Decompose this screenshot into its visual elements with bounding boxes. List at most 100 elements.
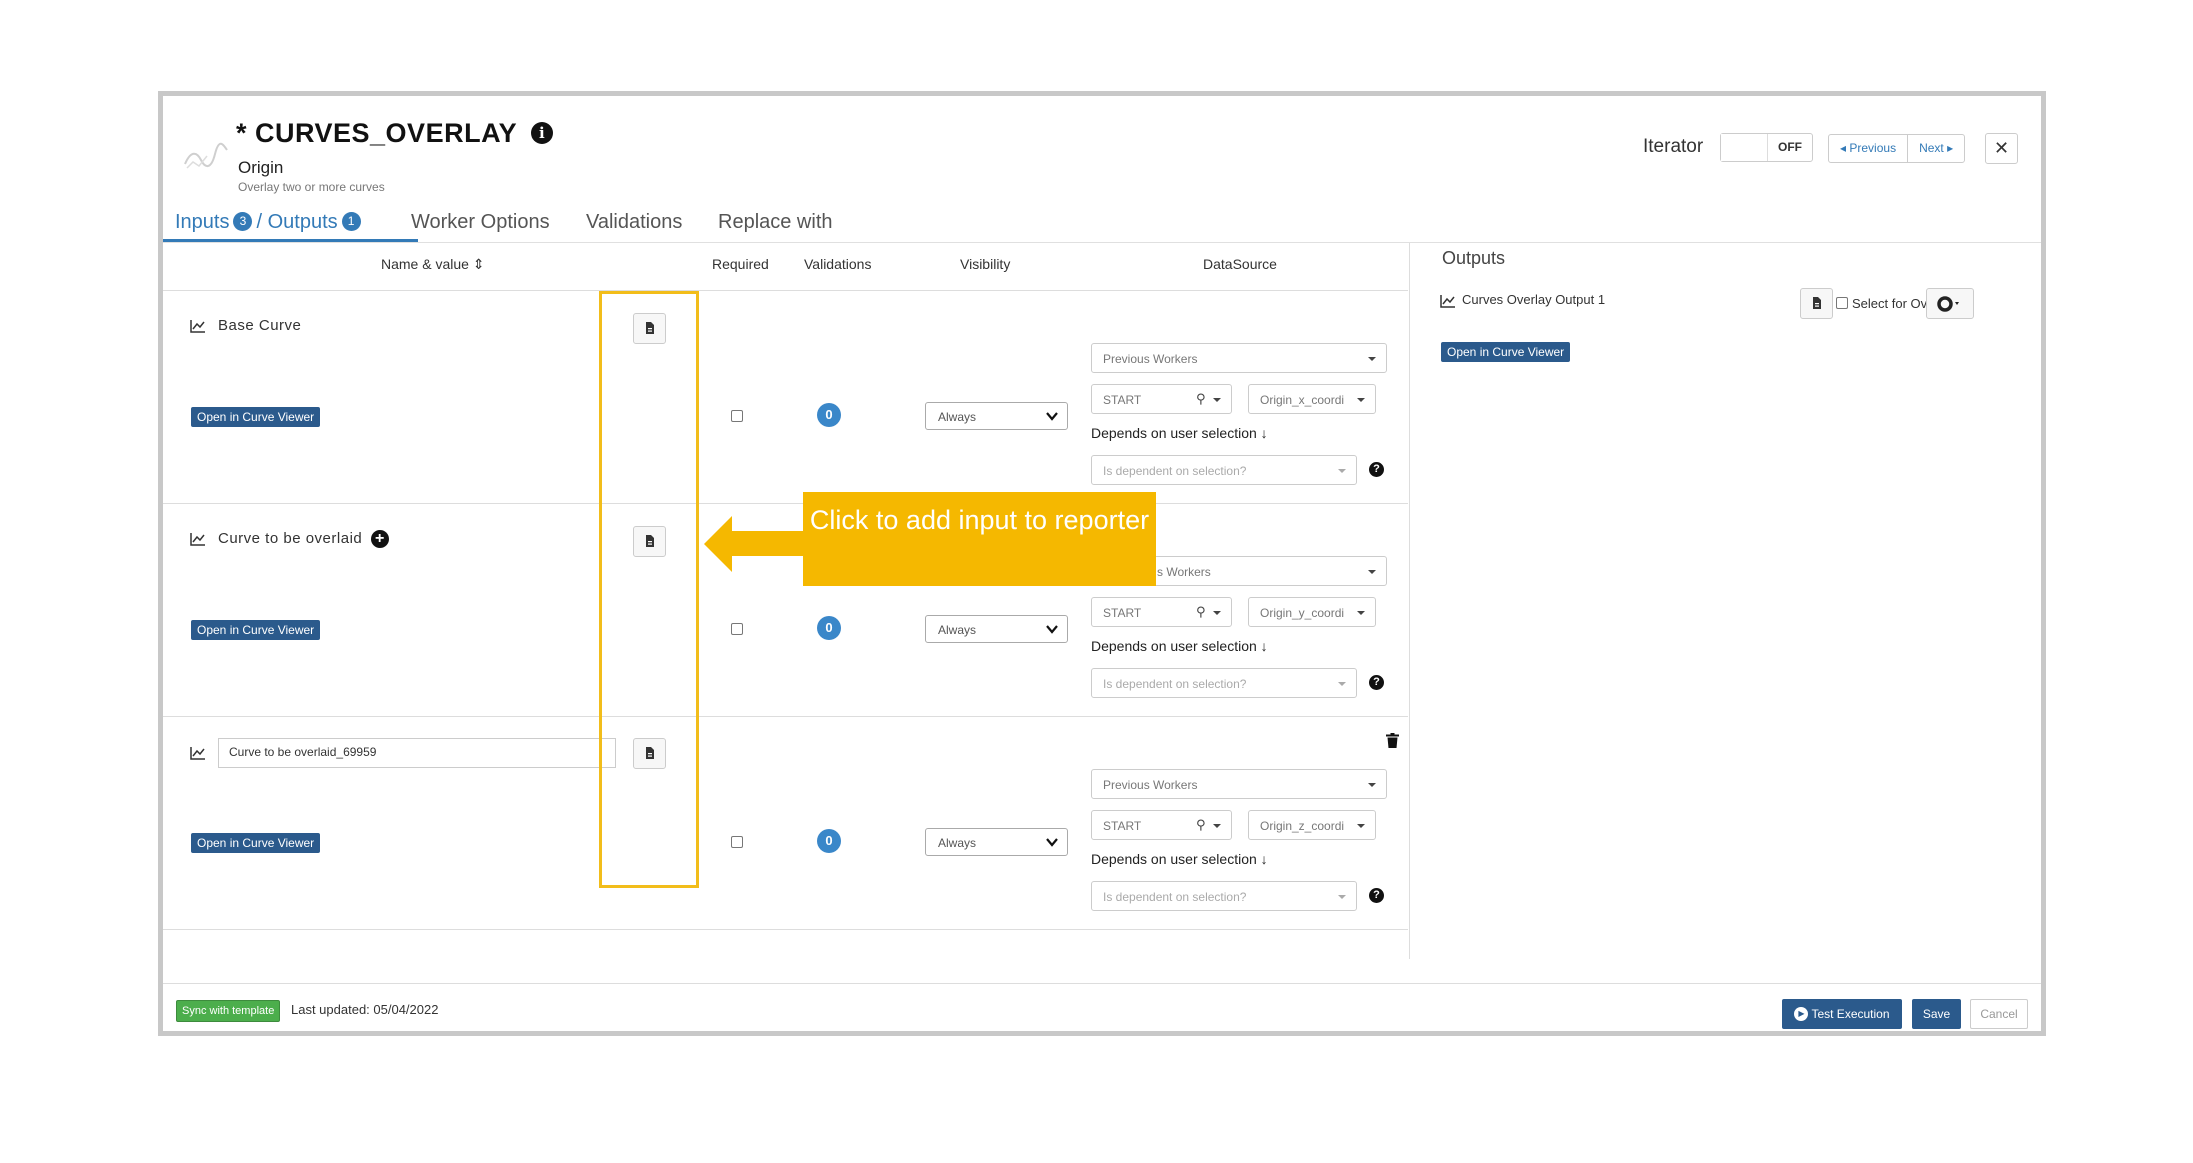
file-icon	[1812, 297, 1821, 309]
row-divider	[163, 929, 1408, 930]
column-header-datasource: DataSource	[1203, 256, 1277, 272]
trash-icon[interactable]	[1386, 733, 1399, 748]
pager: ◂ Previous Next ▸	[1828, 134, 1966, 163]
column-header-required: Required	[712, 256, 769, 272]
tab-inputs-outputs[interactable]: Inputs 3/ Outputs 1	[175, 211, 365, 234]
info-icon[interactable]: i	[531, 121, 554, 144]
visibility-select[interactable]: Always	[925, 402, 1068, 430]
page-subtitle: Origin	[238, 158, 284, 177]
next-button[interactable]: Next ▸	[1907, 135, 1964, 162]
key-icon: ⚲	[1196, 391, 1206, 406]
sync-with-template-button[interactable]: Sync with template	[176, 1000, 281, 1022]
arrow-down-icon: ↓	[1260, 638, 1268, 654]
inputs-count-badge: 3	[233, 212, 253, 232]
header-divider	[163, 290, 1408, 291]
caret-left-icon: ◂	[1840, 141, 1847, 155]
datasource-field-select[interactable]: Origin_y_coordi	[1248, 597, 1376, 627]
visibility-select[interactable]: Always	[925, 828, 1068, 856]
required-checkbox[interactable]	[731, 836, 743, 848]
output-item-label: Curves Overlay Output 1	[1440, 292, 1605, 308]
line-chart-icon	[190, 320, 205, 333]
depends-on-selection-label: Depends on user selection ↓	[1091, 425, 1268, 441]
close-icon: ✕	[1993, 138, 2010, 158]
open-output-curve-viewer-button[interactable]: Open in Curve Viewer	[1441, 342, 1571, 362]
datasource-start-select[interactable]: START ⚲	[1091, 597, 1232, 627]
close-button[interactable]: ✕	[1985, 133, 2018, 164]
arrow-down-icon: ↓	[1260, 425, 1268, 441]
worker-editor-panel: * CURVES_OVERLAY i Origin Overlay two or …	[158, 91, 2046, 1036]
tab-replace-with[interactable]: Replace with	[718, 211, 833, 234]
validations-count-badge[interactable]: 0	[817, 616, 841, 640]
open-curve-viewer-button[interactable]: Open in Curve Viewer	[191, 620, 321, 640]
datasource-source-select[interactable]: Previous Workers	[1091, 343, 1387, 373]
visibility-select[interactable]: Always	[925, 615, 1068, 643]
dependent-selection-select[interactable]: Is dependent on selection?	[1091, 881, 1357, 911]
column-header-validations: Validations	[804, 256, 872, 272]
outputs-title: Outputs	[1442, 248, 1506, 268]
line-chart-icon	[1440, 294, 1455, 308]
line-chart-icon	[190, 533, 205, 546]
tab-worker-options[interactable]: Worker Options	[411, 211, 550, 234]
caret-right-icon: ▸	[1947, 141, 1954, 155]
row-divider	[163, 503, 1408, 504]
iterator-toggle[interactable]: OFF	[1720, 133, 1813, 162]
datasource-field-select[interactable]: Origin_x_coordi	[1248, 384, 1376, 414]
page-description: Overlay two or more curves	[238, 180, 385, 194]
test-execution-button[interactable]: ▶ Test Execution	[1782, 999, 1902, 1029]
callout-arrow-icon	[704, 516, 732, 572]
open-curve-viewer-button[interactable]: Open in Curve Viewer	[191, 833, 321, 853]
dependent-selection-select[interactable]: Is dependent on selection?	[1091, 455, 1357, 485]
column-header-name-value[interactable]: Name & value ⇕	[381, 256, 485, 273]
footer-divider	[163, 983, 2041, 984]
add-circle-icon[interactable]: +	[370, 530, 389, 548]
iterator-state: OFF	[1778, 140, 1802, 154]
line-chart-icon	[190, 747, 205, 760]
depends-on-selection-label: Depends on user selection ↓	[1091, 851, 1268, 867]
page-title: * CURVES_OVERLAY i	[236, 118, 554, 149]
previous-button[interactable]: ◂ Previous	[1829, 135, 1907, 162]
input-name-field[interactable]: Curve to be overlaid_69959	[218, 738, 616, 768]
input-label-base-curve: Base Curve	[190, 317, 301, 334]
datasource-start-select[interactable]: START ⚲	[1091, 810, 1232, 840]
output-settings-dropdown[interactable]	[1926, 288, 1974, 319]
row-divider	[163, 716, 1408, 717]
active-tab-indicator	[163, 239, 418, 242]
open-curve-viewer-button[interactable]: Open in Curve Viewer	[191, 407, 321, 427]
arrow-down-icon: ↓	[1260, 851, 1268, 867]
help-icon[interactable]: ?	[1369, 462, 1384, 477]
add-output-to-reporter-button[interactable]	[1800, 288, 1833, 319]
iterator-label: Iterator	[1643, 136, 1704, 157]
cancel-button[interactable]: Cancel	[1970, 999, 2028, 1029]
sort-icon: ⇕	[472, 256, 485, 272]
datasource-start-select[interactable]: START ⚲	[1091, 384, 1232, 414]
tab-validations[interactable]: Validations	[586, 211, 682, 234]
chevron-down-icon	[1046, 838, 1058, 847]
datasource-source-select[interactable]: Previous Workers	[1091, 769, 1387, 799]
gear-icon	[1937, 296, 1959, 312]
key-icon: ⚲	[1196, 604, 1206, 619]
callout-box: Click to add input to reporter	[803, 492, 1156, 586]
chevron-down-icon	[1046, 625, 1058, 634]
help-icon[interactable]: ?	[1369, 888, 1384, 903]
chevron-down-icon	[1046, 412, 1058, 421]
outputs-divider	[1409, 243, 1410, 959]
save-button[interactable]: Save	[1912, 999, 1961, 1029]
required-checkbox[interactable]	[731, 410, 743, 422]
validations-count-badge[interactable]: 0	[817, 403, 841, 427]
last-updated: Last updated: 05/04/2022	[291, 1002, 439, 1017]
validations-count-badge[interactable]: 0	[817, 829, 841, 853]
help-icon[interactable]: ?	[1369, 675, 1384, 690]
required-checkbox[interactable]	[731, 623, 743, 635]
depends-on-selection-label: Depends on user selection ↓	[1091, 638, 1268, 654]
column-header-visibility: Visibility	[960, 256, 1011, 272]
input-label-curve-to-be-overlaid: Curve to be overlaid +	[190, 530, 389, 548]
highlight-box	[599, 291, 699, 888]
callout-arrow-stem	[732, 531, 804, 556]
dependent-selection-select[interactable]: Is dependent on selection?	[1091, 668, 1357, 698]
select-for-overlay-checkbox[interactable]	[1836, 297, 1848, 309]
tabs-divider	[163, 242, 2041, 243]
outputs-count-badge: 1	[341, 212, 361, 232]
key-icon: ⚲	[1196, 817, 1206, 832]
play-circle-icon: ▶	[1794, 1006, 1809, 1021]
datasource-field-select[interactable]: Origin_z_coordi	[1248, 810, 1376, 840]
